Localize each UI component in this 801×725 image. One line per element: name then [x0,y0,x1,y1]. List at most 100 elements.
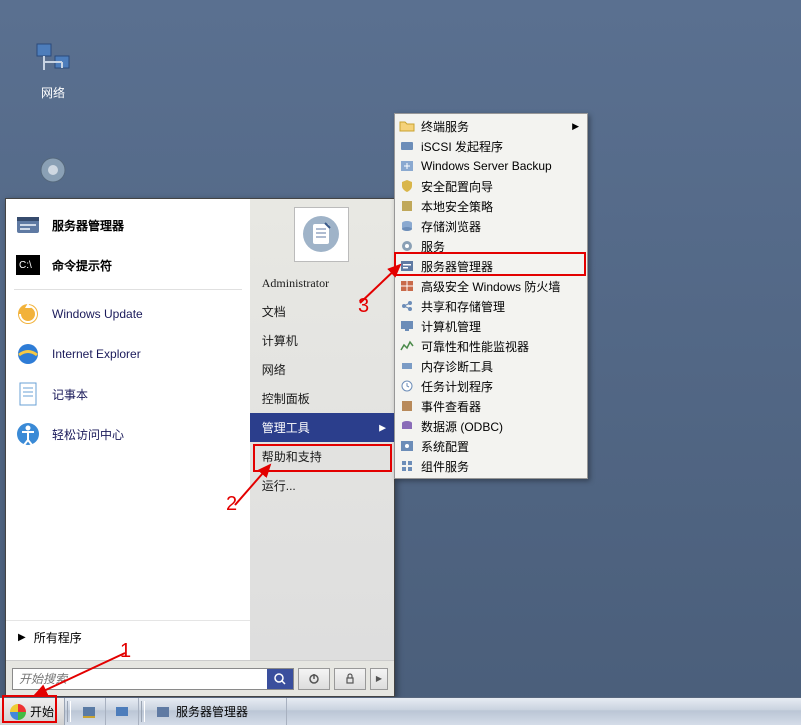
separator [14,289,242,290]
lock-icon [344,673,356,685]
pinned-ie[interactable]: Internet Explorer [6,334,250,374]
storage-icon [399,218,415,234]
submenu-storage-explorer[interactable]: 存储浏览器 [397,216,585,236]
submenu-services[interactable]: 服务 [397,236,585,256]
pinned-label: 记事本 [52,386,88,403]
pinned-label: Internet Explorer [52,347,141,361]
pinned-server-manager[interactable]: 服务器管理器 [6,205,250,245]
search-button[interactable] [267,669,293,689]
submenu-odbc[interactable]: 数据源 (ODBC) [397,416,585,436]
desktop-icon-generic[interactable] [18,150,88,194]
submenu-security-wizard[interactable]: 安全配置向导 [397,176,585,196]
all-programs[interactable]: ▶ 所有程序 [6,620,250,654]
start-menu-footer: ▶ [6,660,394,696]
user-picture[interactable] [294,207,349,262]
cmd-icon: C:\ [14,251,42,279]
submenu-event-viewer[interactable]: 事件查看器 [397,396,585,416]
submenu-msconfig[interactable]: 系统配置 [397,436,585,456]
submenu-server-manager[interactable]: 服务器管理器 [397,256,585,276]
submenu-firewall[interactable]: 高级安全 Windows 防火墙 [397,276,585,296]
shield-icon [399,178,415,194]
pinned-label: 轻松访问中心 [52,426,124,443]
pinned-windows-update[interactable]: Windows Update [6,294,250,334]
search-input[interactable] [13,669,267,689]
submenu-local-security[interactable]: 本地安全策略 [397,196,585,216]
component-icon [399,458,415,474]
pinned-label: 服务器管理器 [52,217,124,234]
iscsi-icon [399,138,415,154]
ease-of-access-icon [14,420,42,448]
search-icon [273,672,287,686]
power-icon [308,673,320,685]
server-manager-icon [399,258,415,274]
submenu-component-services[interactable]: 组件服务 [397,456,585,476]
start-button[interactable]: 开始 [0,698,65,725]
right-item-help[interactable]: 帮助和支持 [250,442,394,471]
local-security-icon [399,198,415,214]
computer-icon [399,318,415,334]
folder-icon [399,118,415,134]
desktop-icon-network[interactable]: 网络 [18,40,88,101]
submenu-terminal-services[interactable]: 终端服务 ▶ [397,116,585,136]
clock-icon [399,378,415,394]
svg-text:C:\: C:\ [19,260,32,271]
windows-logo-icon [10,704,26,720]
lock-button[interactable] [334,668,366,690]
gear-icon [33,150,73,190]
submenu-iscsi[interactable]: iSCSI 发起程序 [397,136,585,156]
chevron-right-icon: ▶ [18,632,26,643]
pinned-cmd[interactable]: C:\ 命令提示符 [6,245,250,285]
gear-icon [399,238,415,254]
submenu-computer-mgmt[interactable]: 计算机管理 [397,316,585,336]
submenu-backup[interactable]: Windows Server Backup [397,156,585,176]
memory-icon [399,358,415,374]
quick-launch-show-desktop[interactable] [73,698,106,725]
chevron-right-icon: ▶ [572,121,579,132]
all-programs-label: 所有程序 [34,629,82,646]
event-viewer-icon [399,398,415,414]
submenu-share-storage[interactable]: 共享和存储管理 [397,296,585,316]
pinned-notepad[interactable]: 记事本 [6,374,250,414]
ie-icon [14,340,42,368]
right-item-computer[interactable]: 计算机 [250,326,394,355]
pinned-label: 命令提示符 [52,257,112,274]
submenu-memory-diag[interactable]: 内存诊断工具 [397,356,585,376]
quick-launch-explorer[interactable] [106,698,139,725]
taskbar: 开始 服务器管理器 [0,697,801,725]
chevron-right-icon: ▶ [376,674,382,683]
start-menu-left: 服务器管理器 C:\ 命令提示符 Windows Update Internet… [6,199,250,660]
pinned-ease-of-access[interactable]: 轻松访问中心 [6,414,250,454]
taskbar-separator [141,701,145,722]
taskbar-separator [67,701,71,722]
shutdown-options-button[interactable]: ▶ [370,668,388,690]
admin-tools-submenu: 终端服务 ▶ iSCSI 发起程序 Windows Server Backup … [394,113,588,479]
right-item-documents[interactable]: 文档 [250,297,394,326]
notepad-icon [14,380,42,408]
power-button[interactable] [298,668,330,690]
right-item-admin-tools[interactable]: 管理工具 ▶ [250,413,394,442]
backup-icon [399,158,415,174]
perfmon-icon [399,338,415,354]
pinned-label: Windows Update [52,307,143,321]
show-desktop-icon [81,704,97,720]
start-label: 开始 [30,703,54,720]
share-icon [399,298,415,314]
search-box [12,668,294,690]
submenu-task-scheduler[interactable]: 任务计划程序 [397,376,585,396]
desktop-icon-label: 网络 [18,84,88,101]
right-item-network[interactable]: 网络 [250,355,394,384]
right-item-control-panel[interactable]: 控制面板 [250,384,394,413]
explorer-icon [114,704,130,720]
chevron-right-icon: ▶ [379,422,386,433]
taskbar-app-server-manager[interactable]: 服务器管理器 [147,698,287,725]
windows-update-icon [14,300,42,328]
user-name[interactable]: Administrator [250,270,394,297]
right-item-run[interactable]: 运行... [250,471,394,500]
network-icon [33,40,73,80]
submenu-perfmon[interactable]: 可靠性和性能监视器 [397,336,585,356]
server-manager-icon [155,704,171,720]
msconfig-icon [399,438,415,454]
start-menu-right: Administrator 文档 计算机 网络 控制面板 管理工具 ▶ 帮助和支… [250,199,394,660]
firewall-icon [399,278,415,294]
odbc-icon [399,418,415,434]
